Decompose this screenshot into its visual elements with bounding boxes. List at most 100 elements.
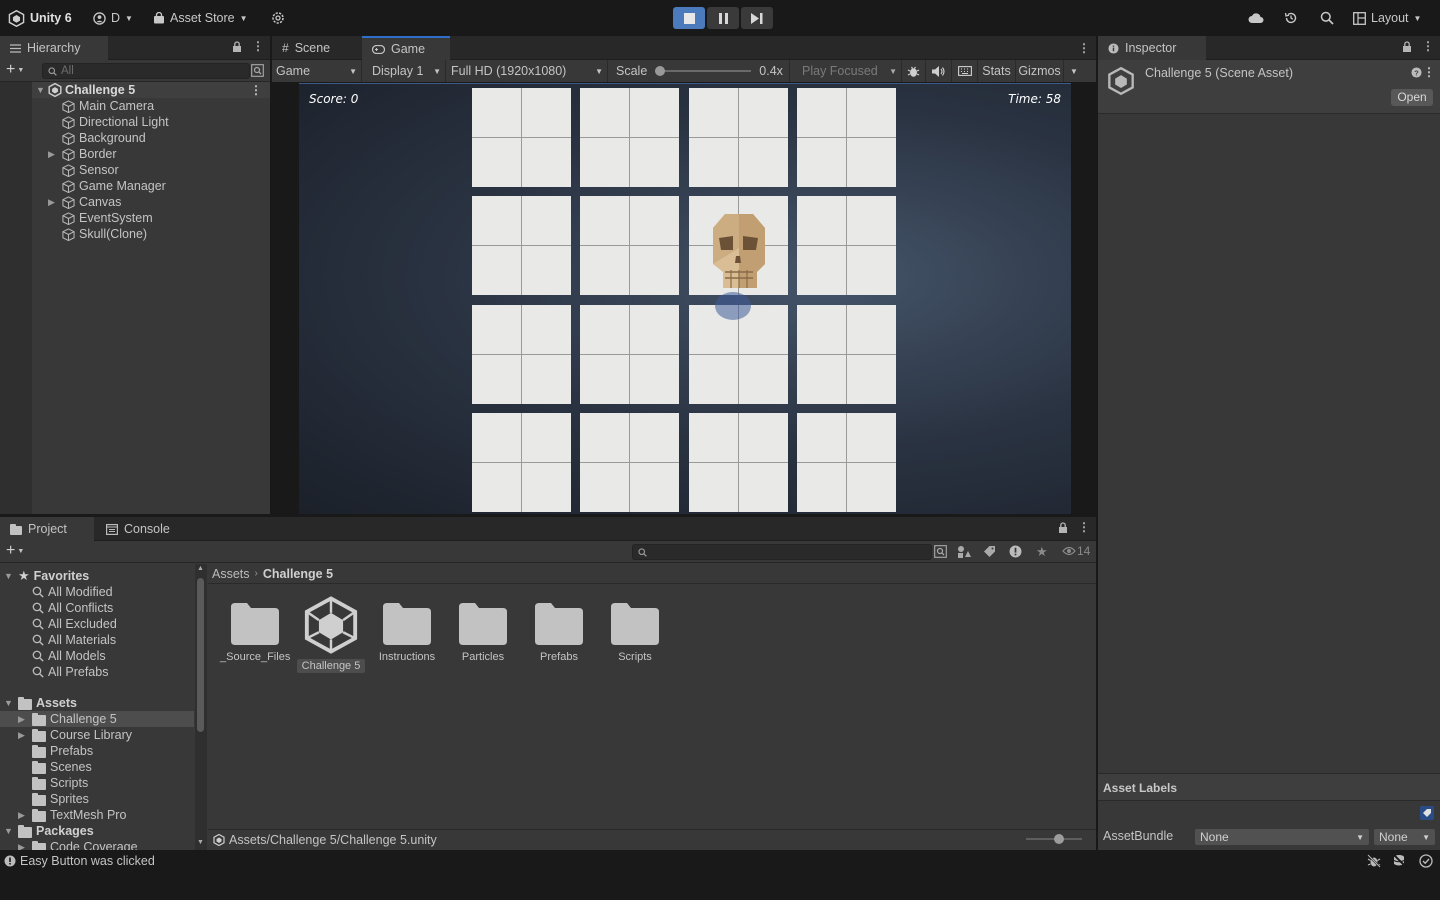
favorite-item[interactable]: All Prefabs	[32, 664, 108, 680]
favorite-button[interactable]: ★	[1036, 545, 1048, 559]
shortcuts-button[interactable]	[952, 60, 978, 82]
scale-track[interactable]	[655, 66, 752, 76]
hierarchy-item[interactable]: Game Manager	[48, 178, 166, 194]
layout-dropdown[interactable]: Layout ▼	[1353, 9, 1421, 27]
scene-row[interactable]: ▼ Challenge 5 ⋮	[32, 82, 270, 98]
settings-button[interactable]	[271, 9, 285, 27]
more-options-icon[interactable]: ⋮	[1422, 40, 1434, 52]
scale-slider[interactable]: Scale 0.4x	[608, 60, 790, 82]
chevron-right-icon[interactable]: ▶	[48, 194, 58, 210]
more-options-icon[interactable]: ⋮	[252, 40, 264, 52]
asset-store-dropdown[interactable]: Asset Store ▼	[153, 9, 248, 27]
asset-folder-item[interactable]: ▶ Course Library	[0, 727, 194, 743]
label-tag-button[interactable]	[1420, 806, 1434, 820]
frame-debugger-button[interactable]	[902, 60, 926, 82]
scrollbar-thumb[interactable]	[197, 578, 204, 732]
hierarchy-item[interactable]: Background	[48, 130, 146, 146]
favorite-item[interactable]: All Materials	[32, 632, 116, 648]
more-options-icon[interactable]: ⋮	[1423, 65, 1435, 79]
filter-label-button[interactable]	[983, 545, 996, 558]
favorite-item[interactable]: All Conflicts	[32, 600, 113, 616]
play-stop-button[interactable]	[673, 7, 705, 29]
chevron-down-icon[interactable]: ▼	[4, 695, 14, 711]
folder-asset[interactable]: Prefabs	[524, 595, 594, 663]
hierarchy-item[interactable]: Sensor	[48, 162, 119, 178]
asset-folder-item[interactable]: Scenes	[0, 759, 194, 775]
chevron-down-icon[interactable]: ▼	[4, 568, 14, 584]
grid-tile[interactable]	[688, 412, 788, 512]
search-window-button[interactable]	[934, 545, 947, 558]
grid-tile[interactable]	[580, 88, 680, 187]
grid-tile[interactable]	[796, 412, 896, 512]
open-button[interactable]: Open	[1391, 89, 1433, 106]
search-button[interactable]	[1320, 9, 1334, 27]
stats-button[interactable]: Stats	[978, 60, 1016, 82]
lock-icon[interactable]	[1058, 522, 1068, 533]
asset-folder-item[interactable]: Scripts	[0, 775, 194, 791]
asset-bundle-dropdown[interactable]: None ▼	[1195, 829, 1369, 845]
project-tree-scrollbar[interactable]: ▲ ▼	[195, 564, 207, 850]
grid-tile[interactable]	[580, 304, 680, 404]
asset-folder-item[interactable]: ▶ TextMesh Pro	[0, 807, 194, 823]
assets-header[interactable]: ▼ Assets	[0, 695, 194, 711]
unity-menu[interactable]: Unity 6	[8, 9, 72, 27]
hierarchy-item[interactable]: ▶ Border	[48, 146, 117, 162]
favorite-item[interactable]: All Models	[32, 648, 106, 664]
grid-tile[interactable]	[472, 304, 571, 404]
create-asset-button[interactable]: + ▼	[6, 543, 24, 559]
tab-inspector[interactable]: Inspector	[1098, 36, 1206, 60]
folder-asset[interactable]: _Source_Files	[220, 595, 290, 663]
tab-project[interactable]: Project	[0, 517, 94, 541]
debug-mode-icon[interactable]	[1367, 854, 1381, 868]
scene-asset[interactable]: Challenge 5	[296, 595, 366, 673]
favorite-item[interactable]: All Excluded	[32, 616, 117, 632]
step-button[interactable]	[741, 7, 773, 29]
hierarchy-item[interactable]: EventSystem	[48, 210, 153, 226]
help-icon[interactable]: ?	[1411, 67, 1422, 78]
grid-tile[interactable]	[580, 196, 680, 296]
lock-icon[interactable]	[232, 41, 242, 52]
asset-labels-header[interactable]: Asset Labels	[1098, 773, 1440, 801]
chevron-down-icon[interactable]: ▼	[36, 82, 46, 98]
status-message[interactable]: Easy Button was clicked	[20, 854, 155, 868]
gizmos-dropdown[interactable]: ▼	[1064, 60, 1084, 82]
chevron-right-icon[interactable]: ▶	[18, 807, 28, 823]
grid-tile[interactable]	[580, 412, 680, 512]
game-render[interactable]: Score: 0 Time: 58	[299, 83, 1071, 514]
resolution-dropdown[interactable]: Full HD (1920x1080) ▼	[446, 60, 608, 82]
icon-size-slider[interactable]	[1026, 834, 1082, 844]
hierarchy-item[interactable]: Skull(Clone)	[48, 226, 147, 242]
chevron-down-icon[interactable]: ▼	[197, 839, 204, 846]
favorites-header[interactable]: ▼ ★ Favorites	[0, 568, 194, 584]
folder-asset[interactable]: Scripts	[600, 595, 670, 663]
more-options-icon[interactable]: ⋮	[1078, 521, 1090, 533]
history-button[interactable]	[1284, 9, 1298, 27]
mute-audio-button[interactable]	[926, 60, 952, 82]
more-options-icon[interactable]: ⋮	[250, 82, 262, 98]
lock-icon[interactable]	[1402, 41, 1412, 52]
favorite-item[interactable]: All Modified	[32, 584, 113, 600]
chevron-right-icon[interactable]: ▶	[18, 839, 28, 850]
cache-server-icon[interactable]	[1393, 854, 1407, 868]
grid-tile[interactable]	[472, 196, 571, 296]
hierarchy-item[interactable]: Directional Light	[48, 114, 169, 130]
package-folder-item[interactable]: ▶ Code Coverage	[0, 839, 138, 850]
tab-console[interactable]: Console	[96, 517, 186, 541]
chevron-right-icon[interactable]: ▶	[18, 711, 28, 727]
slider-handle[interactable]	[1054, 834, 1064, 844]
search-window-button[interactable]	[251, 64, 264, 77]
create-button[interactable]: + ▼	[6, 62, 24, 78]
folder-asset[interactable]: Instructions	[372, 595, 442, 663]
asset-folder-item[interactable]: Prefabs	[0, 743, 194, 759]
grid-tile[interactable]	[472, 412, 571, 512]
breadcrumb-assets[interactable]: Assets	[212, 567, 250, 581]
check-circle-icon[interactable]	[1419, 854, 1433, 868]
pause-button[interactable]	[707, 7, 739, 29]
display-dropdown[interactable]: Display 1 ▼	[362, 60, 446, 82]
folder-asset[interactable]: Particles	[448, 595, 518, 663]
account-dropdown[interactable]: D ▼	[93, 9, 133, 27]
more-options-icon[interactable]: ⋮	[1078, 41, 1090, 55]
filter-log-button[interactable]	[1009, 545, 1022, 558]
asset-folder-item[interactable]: Sprites	[0, 791, 194, 807]
hierarchy-item[interactable]: ▶ Canvas	[48, 194, 121, 210]
